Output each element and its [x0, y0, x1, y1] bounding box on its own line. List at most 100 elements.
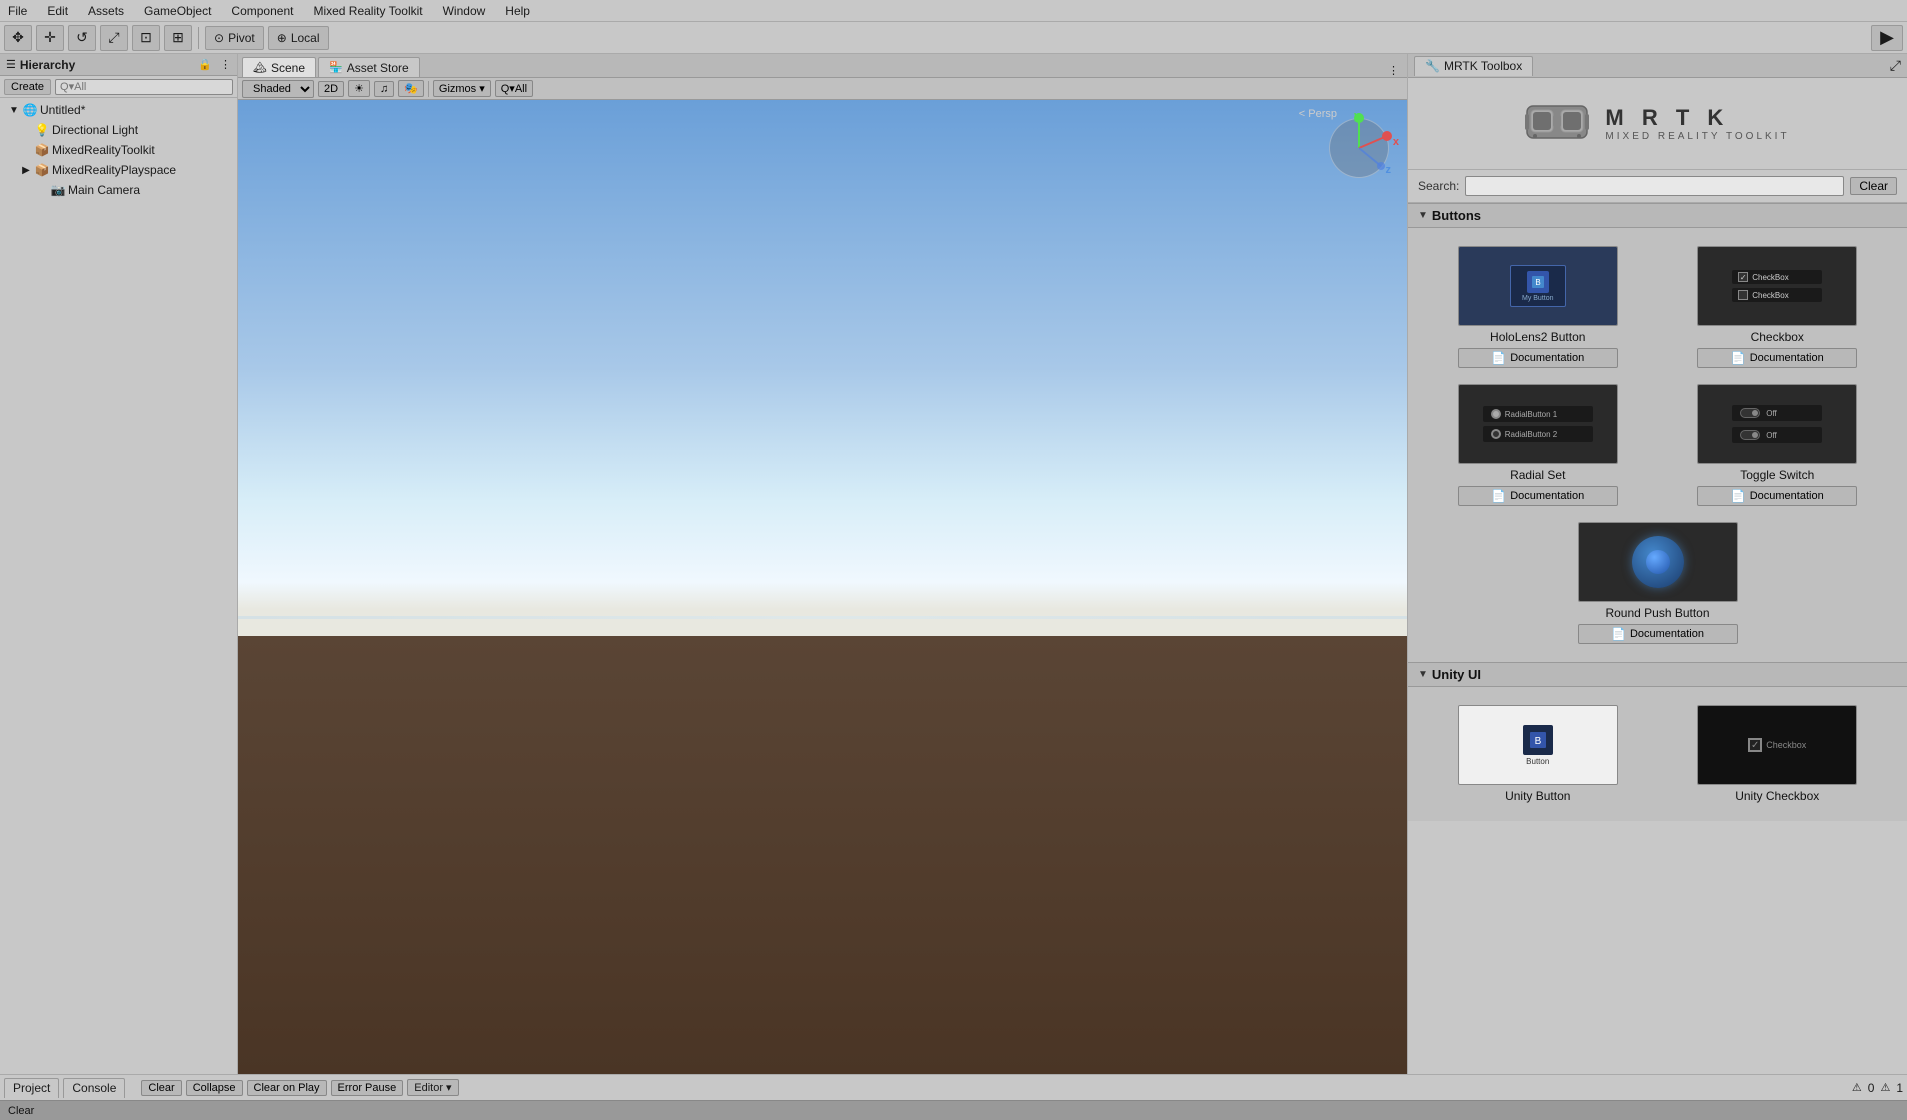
- buttons-section-title: Buttons: [1432, 208, 1481, 223]
- unity-btn-preview[interactable]: B Button: [1458, 705, 1618, 785]
- unity-cb-preview[interactable]: ✓ Checkbox: [1697, 705, 1857, 785]
- mrtk-search-input[interactable]: [1465, 176, 1844, 196]
- hand-tool-button[interactable]: ✥: [4, 25, 32, 51]
- round-btn-preview[interactable]: [1578, 522, 1738, 602]
- console-editor-dropdown[interactable]: Editor ▾: [407, 1079, 458, 1096]
- checkbox-preview[interactable]: ✓ CheckBox CheckBox: [1697, 246, 1857, 326]
- toggle-preview-bg: Off Off: [1698, 385, 1856, 463]
- radial-doc-button[interactable]: 📄 Documentation: [1458, 486, 1618, 506]
- round-btn-shape: [1632, 536, 1684, 588]
- menu-gameobject[interactable]: GameObject: [140, 2, 215, 20]
- filter-button[interactable]: Q▾All: [495, 80, 533, 97]
- hierarchy-item-mrtk[interactable]: 📦 MixedRealityToolkit: [0, 140, 237, 160]
- move-tool-button[interactable]: ✛: [36, 25, 64, 51]
- round-btn-doc-label: Documentation: [1630, 628, 1704, 640]
- checkbox-doc-button[interactable]: 📄 Documentation: [1697, 348, 1857, 368]
- scale-tool-button[interactable]: ⤢: [100, 25, 128, 51]
- mrtk-tab-label: MRTK Toolbox: [1444, 59, 1522, 73]
- hierarchy-item-directional-light[interactable]: 💡 Directional Light: [0, 120, 237, 140]
- hierarchy-item-untitled[interactable]: ▼ 🌐 Untitled*: [0, 100, 237, 120]
- tab-project[interactable]: Project: [4, 1078, 59, 1098]
- hierarchy-item-playspace[interactable]: ▶ 📦 MixedRealityPlayspace: [0, 160, 237, 180]
- scene-view[interactable]: < Persp x: [238, 100, 1407, 1074]
- menu-help[interactable]: Help: [501, 2, 534, 20]
- console-collapse-button[interactable]: Collapse: [186, 1080, 243, 1096]
- asset-store-tab-label: Asset Store: [347, 61, 409, 75]
- status-clear-label[interactable]: Clear: [8, 1105, 34, 1117]
- holodark-btn-icon: B: [1527, 271, 1549, 293]
- tab-scene[interactable]: 🏔 Scene: [242, 57, 316, 77]
- hierarchy-item-main-camera[interactable]: 📷 Main Camera: [0, 180, 237, 200]
- mrtk-tab-bar: 🔧 MRTK Toolbox ⤢: [1408, 54, 1907, 78]
- menu-component[interactable]: Component: [227, 2, 297, 20]
- pivot-button[interactable]: ⊙ Pivot: [205, 26, 264, 50]
- create-button[interactable]: Create: [4, 79, 51, 95]
- local-button[interactable]: ⊕ Local: [268, 26, 329, 50]
- audio-button[interactable]: ♫: [374, 81, 394, 97]
- hierarchy-header: ☰ Hierarchy 🔒 ⋮: [0, 54, 237, 76]
- hierarchy-content: ▼ 🌐 Untitled* 💡 Directional Light 📦 Mixe…: [0, 98, 237, 1074]
- round-btn-doc-button[interactable]: 📄 Documentation: [1578, 624, 1738, 644]
- shading-dropdown[interactable]: Shaded: [242, 80, 314, 98]
- tab-asset-store[interactable]: 🏪 Asset Store: [318, 57, 420, 77]
- toggle-text-2: Off: [1766, 431, 1777, 440]
- untitled-arrow[interactable]: ▼: [8, 105, 20, 116]
- mrtk-tab[interactable]: 🔧 MRTK Toolbox: [1414, 56, 1533, 76]
- rb-text-1: RadialButton 1: [1505, 410, 1557, 419]
- toggle-preview[interactable]: Off Off: [1697, 384, 1857, 464]
- radial-preview[interactable]: RadialButton 1 RadialButton 2: [1458, 384, 1618, 464]
- round-btn-item-card: Round Push Button 📄 Documentation: [1418, 514, 1897, 652]
- holodark-preview[interactable]: B My Button: [1458, 246, 1618, 326]
- console-clear-button[interactable]: Clear: [141, 1080, 181, 1096]
- rotate-tool-button[interactable]: ↺: [68, 25, 96, 51]
- console-clear-on-play-button[interactable]: Clear on Play: [247, 1080, 327, 1096]
- svg-text:B: B: [1534, 736, 1541, 747]
- menu-mixed-reality[interactable]: Mixed Reality Toolkit: [309, 2, 426, 20]
- toggle-doc-button[interactable]: 📄 Documentation: [1697, 486, 1857, 506]
- unity-btn-icon-sq: B: [1523, 725, 1553, 755]
- tab-console[interactable]: Console: [63, 1078, 125, 1098]
- cb-box-2: [1738, 290, 1748, 300]
- doc-icon-0: 📄: [1491, 351, 1506, 365]
- menu-assets[interactable]: Assets: [84, 2, 128, 20]
- hierarchy-search-input[interactable]: [55, 79, 233, 95]
- menu-bar: File Edit Assets GameObject Component Mi…: [0, 0, 1907, 22]
- holodark-preview-bg: B My Button: [1459, 247, 1617, 325]
- play-button[interactable]: ▶: [1871, 25, 1903, 51]
- hierarchy-menu-icon[interactable]: ⋮: [220, 58, 231, 71]
- buttons-section-header[interactable]: ▼ Buttons: [1408, 203, 1907, 228]
- scene-gizmo[interactable]: x y z: [1319, 108, 1399, 188]
- lighting-button[interactable]: ☀: [348, 80, 370, 97]
- mrtk-expand-icon[interactable]: ⤢: [1890, 57, 1901, 74]
- unity-items-grid: B Button Unity Button ✓: [1408, 687, 1907, 821]
- scene-ground: [238, 636, 1407, 1074]
- rect-tool-button[interactable]: ⊡: [132, 25, 160, 51]
- doc-icon-2: 📄: [1491, 489, 1506, 503]
- warning-count-icon: ⚠: [1880, 1081, 1890, 1094]
- playspace-arrow[interactable]: ▶: [20, 165, 32, 176]
- console-error-pause-button[interactable]: Error Pause: [331, 1080, 404, 1096]
- checkbox-preview-bg: ✓ CheckBox CheckBox: [1698, 247, 1856, 325]
- asset-store-tab-icon: 🏪: [329, 61, 343, 74]
- hierarchy-lock-icon[interactable]: 🔒: [198, 58, 212, 71]
- buttons-section-arrow: ▼: [1418, 210, 1428, 221]
- mrtk-search-bar: Search: Clear: [1408, 170, 1907, 203]
- menu-file[interactable]: File: [4, 2, 31, 20]
- cb-text-1: CheckBox: [1752, 273, 1788, 282]
- scene-sep-1: [428, 81, 429, 97]
- 2d-button[interactable]: 2D: [318, 81, 344, 97]
- menu-edit[interactable]: Edit: [43, 2, 72, 20]
- console-right: ⚠ 0 ⚠ 1: [1852, 1081, 1903, 1095]
- transform-tool-button[interactable]: ⊞: [164, 25, 192, 51]
- scene-panel-menu-icon[interactable]: ⋮: [1384, 64, 1403, 77]
- unity-ui-section-header[interactable]: ▼ Unity UI: [1408, 662, 1907, 687]
- checkbox-doc-label: Documentation: [1750, 352, 1824, 364]
- directional-light-label: Directional Light: [52, 123, 138, 137]
- toggle-item-name: Toggle Switch: [1740, 468, 1814, 482]
- holodark-doc-button[interactable]: 📄 Documentation: [1458, 348, 1618, 368]
- mrtk-clear-button[interactable]: Clear: [1850, 177, 1897, 195]
- fx-button[interactable]: 🎭: [398, 80, 424, 97]
- gizmos-button[interactable]: Gizmos ▾: [433, 80, 491, 97]
- menu-window[interactable]: Window: [439, 2, 490, 20]
- doc-icon-4: 📄: [1611, 627, 1626, 641]
